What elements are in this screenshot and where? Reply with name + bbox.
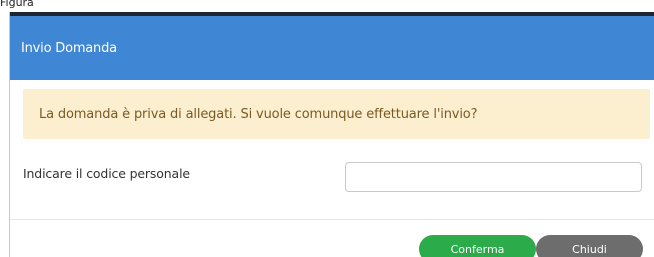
alert-message: La domanda è priva di allegati. Si vuole…	[39, 106, 478, 122]
footer-divider	[10, 219, 654, 220]
close-button[interactable]: Chiudi	[536, 235, 643, 257]
invio-domanda-dialog: Invio Domanda La domanda è priva di alle…	[9, 12, 654, 257]
codice-personale-label: Indicare il codice personale	[23, 166, 190, 181]
dialog-header: Invio Domanda	[10, 16, 654, 80]
top-label: Figura	[0, 0, 34, 9]
confirm-button[interactable]: Conferma	[419, 235, 536, 257]
warning-alert: La domanda è priva di allegati. Si vuole…	[23, 89, 650, 139]
page: Figura Invio Domanda La domanda è priva …	[0, 0, 654, 257]
codice-personale-input[interactable]	[345, 162, 642, 192]
dialog-title: Invio Domanda	[21, 40, 117, 56]
